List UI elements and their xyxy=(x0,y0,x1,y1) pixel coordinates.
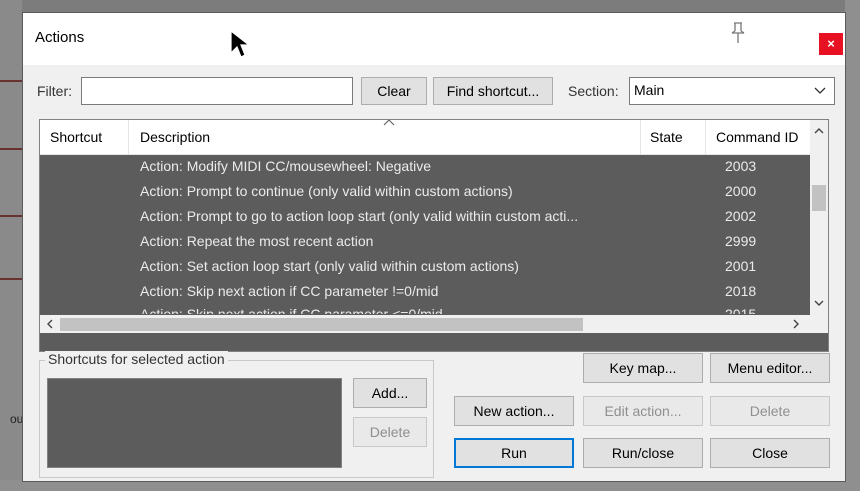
background-track-divider xyxy=(0,80,22,82)
close-icon[interactable]: × xyxy=(819,33,843,55)
background-right-panel xyxy=(845,0,860,491)
shortcuts-list[interactable] xyxy=(47,378,342,468)
column-header-description[interactable]: Description xyxy=(140,129,210,145)
column-divider[interactable] xyxy=(705,120,706,154)
row-command-id: 2000 xyxy=(725,183,757,199)
title-bar[interactable]: Actions × xyxy=(23,13,845,65)
section-label: Section: xyxy=(568,83,619,99)
edit-action-button[interactable]: Edit action... xyxy=(583,396,703,426)
find-shortcut-button[interactable]: Find shortcut... xyxy=(433,77,553,105)
chevron-down-icon xyxy=(814,87,826,94)
column-divider[interactable] xyxy=(640,120,641,154)
row-description: Action: Repeat the most recent action xyxy=(140,233,374,249)
list-item[interactable]: Action: Set action loop start (only vali… xyxy=(40,254,810,279)
column-header-state[interactable]: State xyxy=(650,129,683,145)
scroll-left-icon[interactable] xyxy=(45,319,55,329)
new-action-button[interactable]: New action... xyxy=(454,396,574,426)
vertical-scrollbar[interactable] xyxy=(810,120,828,315)
list-item[interactable]: Action: Skip next action if CC parameter… xyxy=(40,279,810,304)
background-track-divider xyxy=(0,278,22,280)
delete-shortcut-button[interactable]: Delete xyxy=(353,417,427,447)
row-command-id: 2999 xyxy=(725,233,757,249)
row-description: Action: Prompt to continue (only valid w… xyxy=(140,183,513,199)
scrollbar-corner xyxy=(810,315,828,333)
list-header: Shortcut Description State Command ID xyxy=(40,120,810,155)
run-close-button[interactable]: Run/close xyxy=(583,438,703,468)
row-description: Action: Skip next action if CC parameter… xyxy=(140,283,439,299)
row-description: Action: Skip next action if CC parameter… xyxy=(140,306,443,314)
column-header-shortcut[interactable]: Shortcut xyxy=(50,129,102,145)
filter-label: Filter: xyxy=(37,83,72,99)
background-track-divider xyxy=(0,215,22,217)
list-rows: Action: Modify MIDI CC/mousewheel: Negat… xyxy=(40,154,810,314)
row-command-id: 2015 xyxy=(725,306,757,314)
section-select-value: Main xyxy=(634,82,665,98)
column-divider[interactable] xyxy=(128,120,129,154)
clear-button[interactable]: Clear xyxy=(361,77,427,105)
column-header-command-id[interactable]: Command ID xyxy=(716,129,808,145)
delete-action-button[interactable]: Delete xyxy=(710,396,830,426)
scroll-right-icon[interactable] xyxy=(791,319,801,329)
section-select[interactable]: Main xyxy=(629,77,835,105)
row-description: Action: Prompt to go to action loop star… xyxy=(140,208,579,224)
close-button[interactable]: Close xyxy=(710,438,830,468)
add-shortcut-button[interactable]: Add... xyxy=(353,378,427,408)
mouse-cursor-icon xyxy=(230,29,251,58)
scroll-down-icon[interactable] xyxy=(814,298,824,308)
actions-list[interactable]: Shortcut Description State Command ID Ac… xyxy=(39,119,829,352)
row-description: Action: Set action loop start (only vali… xyxy=(140,258,519,274)
list-item[interactable]: Action: Modify MIDI CC/mousewheel: Negat… xyxy=(40,154,810,179)
pin-icon[interactable] xyxy=(727,21,749,45)
row-description: Action: Modify MIDI CC/mousewheel: Negat… xyxy=(140,158,431,174)
sort-caret-icon xyxy=(383,120,395,126)
actions-window: Actions × Filter: Clear Find shortcut...… xyxy=(22,12,846,482)
list-item[interactable]: Action: Prompt to go to action loop star… xyxy=(40,204,810,229)
row-command-id: 2001 xyxy=(725,258,757,274)
row-command-id: 2002 xyxy=(725,208,757,224)
window-title: Actions xyxy=(35,29,85,46)
list-item[interactable]: Action: Skip next action if CC parameter… xyxy=(40,302,810,314)
shortcuts-group-legend: Shortcuts for selected action xyxy=(45,351,228,367)
background-track-panel xyxy=(0,0,22,480)
row-command-id: 2003 xyxy=(725,158,757,174)
background-track-divider xyxy=(0,148,22,150)
run-button[interactable]: Run xyxy=(454,438,574,468)
vertical-scroll-thumb[interactable] xyxy=(812,185,826,211)
list-item[interactable]: Action: Prompt to continue (only valid w… xyxy=(40,179,810,204)
horizontal-scroll-thumb[interactable] xyxy=(60,318,583,331)
filter-input[interactable] xyxy=(81,77,353,105)
list-item[interactable]: Action: Repeat the most recent action 29… xyxy=(40,229,810,254)
key-map-button[interactable]: Key map... xyxy=(583,353,703,383)
row-command-id: 2018 xyxy=(725,283,757,299)
scroll-up-icon[interactable] xyxy=(814,126,824,136)
menu-editor-button[interactable]: Menu editor... xyxy=(710,353,830,383)
horizontal-scrollbar[interactable] xyxy=(40,315,810,333)
